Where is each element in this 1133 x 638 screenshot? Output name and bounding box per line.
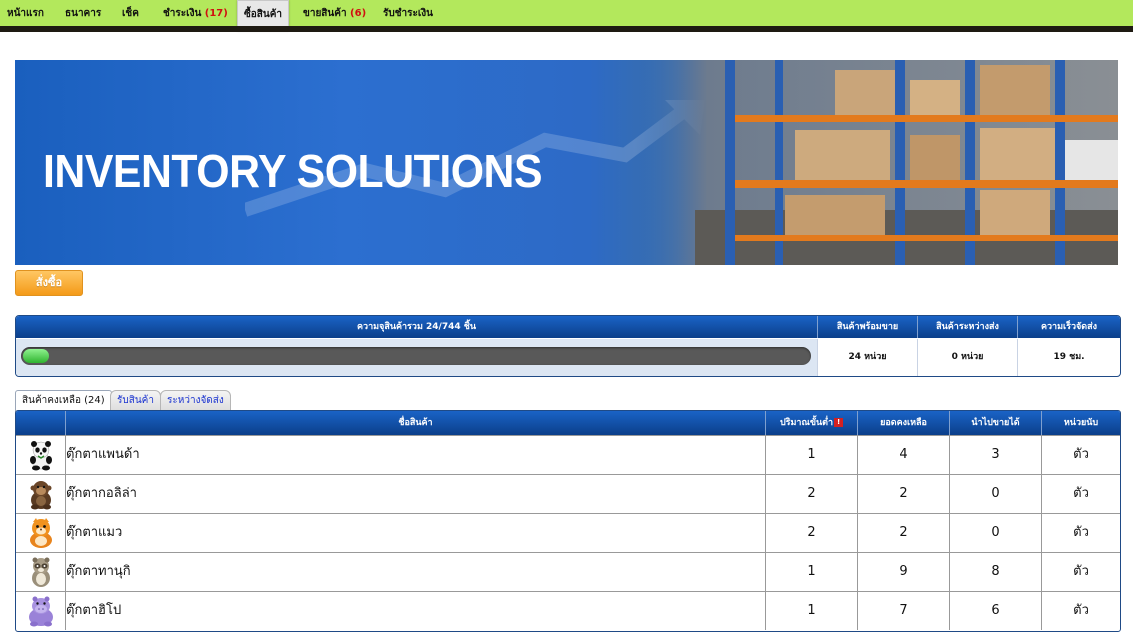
nav-sales-count-badge: (6) <box>350 8 367 19</box>
sellable-header: นำไปขายได้ <box>950 411 1042 435</box>
sellable-value: 3 <box>950 436 1042 474</box>
nav-payment-count-badge: (17) <box>204 8 228 19</box>
stock-header: ยอดคงเหลือ <box>858 411 950 435</box>
inventory-table: ชื่อสินค้า ปริมาณขั้นต่ำ! ยอดคงเหลือ นำไ… <box>15 410 1121 632</box>
order-button[interactable]: สั่งซื้อ <box>15 270 83 296</box>
nav-home[interactable]: หน้าแรก <box>7 0 44 26</box>
sellable-value: 0 <box>950 514 1042 552</box>
table-row[interactable]: ตุ๊กตาทานุกิ 1 9 8 ตัว <box>16 552 1120 591</box>
product-icon-cell <box>16 475 66 513</box>
tab-stock-remaining[interactable]: สินค้าคงเหลือ (24) <box>15 390 112 412</box>
unit-value: ตัว <box>1073 603 1089 618</box>
stock-value: 2 <box>858 475 950 513</box>
banner-title: INVENTORY SOLUTIONS <box>43 145 543 197</box>
tab-in-delivery[interactable]: ระหว่างจัดส่ง <box>160 390 231 411</box>
sellable-value: 8 <box>950 553 1042 591</box>
nav-receive-payment[interactable]: รับชำระเงิน <box>383 0 433 26</box>
nav-payment-label: ชำระเงิน <box>163 8 202 19</box>
panda-doll-icon <box>30 441 52 471</box>
stock-value: 2 <box>858 514 950 552</box>
product-name: ตุ๊กตาทานุกิ <box>66 553 766 591</box>
product-icon-cell <box>16 553 66 591</box>
capacity-progress-cell <box>16 339 818 376</box>
min-qty-value: 1 <box>766 592 858 630</box>
nav-sales-label: ขายสินค้า <box>303 8 347 19</box>
stock-value: 7 <box>858 592 950 630</box>
icon-column-header <box>16 411 66 435</box>
product-name: ตุ๊กตาแมว <box>66 514 766 552</box>
product-icon-cell <box>16 436 66 474</box>
table-row[interactable]: ตุ๊กตาแพนด้า 1 4 3 ตัว <box>16 435 1120 474</box>
min-qty-value: 1 <box>766 436 858 474</box>
nav-payment[interactable]: ชำระเงิน (17) <box>163 0 228 26</box>
unit-value: ตัว <box>1073 564 1089 579</box>
sellable-value: 0 <box>950 475 1042 513</box>
warehouse-shelves-image <box>635 60 1118 265</box>
ready-to-sell-value: 24 หน่วย <box>818 339 918 376</box>
min-qty-value: 2 <box>766 514 858 552</box>
capacity-summary-table: ความจุสินค้ารวม 24/744 ชิ้น สินค้าพร้อมข… <box>15 315 1121 377</box>
product-name: ตุ๊กตาแพนด้า <box>66 436 766 474</box>
capacity-progress-bar <box>21 347 811 365</box>
nav-bank[interactable]: ธนาคาร <box>65 0 101 26</box>
unit-header: หน่วยนับ <box>1042 411 1120 435</box>
product-name: ตุ๊กตากอลิล่า <box>66 475 766 513</box>
capacity-header: ความจุสินค้ารวม 24/744 ชิ้น <box>16 316 818 338</box>
unit-value: ตัว <box>1073 525 1089 540</box>
min-qty-value: 2 <box>766 475 858 513</box>
product-icon-cell <box>16 514 66 552</box>
table-row[interactable]: ตุ๊กตาฮิโป 1 7 6 ตัว <box>16 591 1120 630</box>
min-qty-value: 1 <box>766 553 858 591</box>
stock-value: 9 <box>858 553 950 591</box>
product-name-header: ชื่อสินค้า <box>66 411 766 435</box>
stock-value: 4 <box>858 436 950 474</box>
in-transit-value: 0 หน่วย <box>918 339 1018 376</box>
product-name: ตุ๊กตาฮิโป <box>66 592 766 630</box>
tanuki-doll-icon <box>32 557 50 587</box>
table-row[interactable]: ตุ๊กตากอลิล่า 2 2 0 ตัว <box>16 474 1120 513</box>
in-transit-header: สินค้าระหว่างส่ง <box>918 316 1018 338</box>
min-qty-header-label: ปริมาณขั้นต่ำ <box>779 418 834 428</box>
ready-to-sell-header: สินค้าพร้อมขาย <box>818 316 918 338</box>
capacity-progress-fill <box>23 349 49 363</box>
top-nav-bar: หน้าแรก ธนาคาร เช็ค ชำระเงิน (17) ซื้อสิ… <box>0 0 1133 31</box>
product-icon-cell <box>16 592 66 630</box>
inventory-banner: INVENTORY SOLUTIONS <box>15 60 1118 265</box>
min-qty-header[interactable]: ปริมาณขั้นต่ำ! <box>766 411 858 435</box>
nav-divider <box>0 26 1133 32</box>
tab-receive-goods[interactable]: รับสินค้า <box>110 390 161 411</box>
delivery-speed-value: 19 ชม. <box>1053 352 1085 362</box>
nav-cheque[interactable]: เช็ค <box>122 0 139 26</box>
table-row[interactable]: ตุ๊กตาแมว 2 2 0 ตัว <box>16 513 1120 552</box>
delivery-speed-header: ความเร็วจัดส่ง <box>1018 316 1120 338</box>
cat-doll-icon <box>30 518 52 548</box>
nav-sales[interactable]: ขายสินค้า (6) <box>303 0 366 26</box>
hippo-doll-icon <box>29 596 53 627</box>
sellable-value: 6 <box>950 592 1042 630</box>
gorilla-doll-icon <box>30 481 52 510</box>
warning-icon[interactable]: ! <box>834 418 844 427</box>
unit-value: ตัว <box>1073 447 1089 462</box>
unit-value: ตัว <box>1073 486 1089 501</box>
